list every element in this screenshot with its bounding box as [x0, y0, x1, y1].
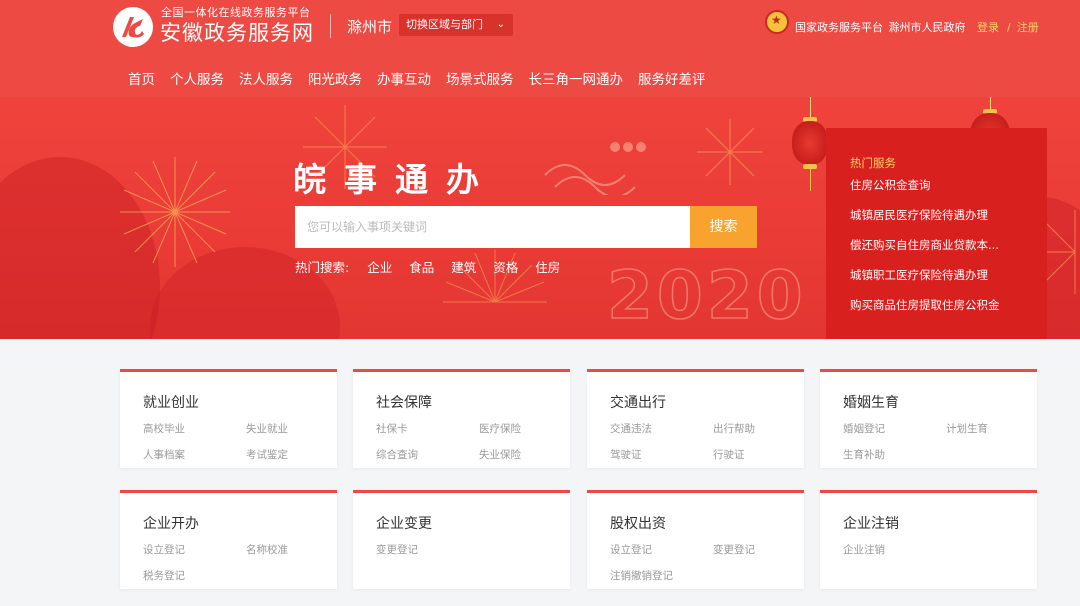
national-platform-link[interactable]: 国家政务服务平台 [795, 21, 883, 34]
category-card-employment: 就业创业 高校毕业 失业就业 人事档案 考试鉴定 [120, 369, 337, 468]
hot-search-item[interactable]: 住房 [535, 257, 560, 276]
category-link[interactable]: 企业注销 [843, 542, 885, 557]
lantern-icon [790, 97, 830, 197]
category-link[interactable]: 人事档案 [143, 447, 185, 462]
category-link[interactable]: 医疗保险 [479, 421, 521, 436]
nav-item-open-gov[interactable]: 阳光政务 [308, 68, 362, 88]
hot-service-item[interactable]: 住房公积金查询 [850, 177, 931, 193]
hot-search-label: 热门搜索: [295, 260, 350, 275]
nav-item-yrd[interactable]: 长三角一网通办 [529, 68, 624, 88]
category-title[interactable]: 企业注销 [843, 513, 899, 533]
category-link[interactable]: 社保卡 [376, 421, 408, 436]
category-card-business-change: 企业变更 变更登记 [353, 490, 570, 589]
banner-slogan: 皖事通办 [293, 160, 497, 199]
hot-search-item[interactable]: 食品 [409, 257, 434, 276]
register-link[interactable]: 注册 [1017, 21, 1039, 34]
category-card-social-security: 社会保障 社保卡 医疗保险 综合查询 失业保险 [353, 369, 570, 468]
category-card-deregistration: 企业注销 企业注销 [820, 490, 1037, 589]
switch-region-label: 切换区域与部门 [406, 18, 483, 31]
category-link[interactable]: 婚姻登记 [843, 421, 885, 436]
category-link[interactable]: 名称校准 [246, 542, 288, 557]
login-link[interactable]: 登录 [977, 21, 999, 34]
category-link[interactable]: 考试鉴定 [246, 447, 288, 462]
hot-service-item[interactable]: 购买商品住房提取住房公积金 [850, 297, 1000, 313]
search-input[interactable] [295, 206, 690, 248]
category-card-business-setup: 企业开办 设立登记 名称校准 税务登记 [120, 490, 337, 589]
city-gov-link[interactable]: 滁州市人民政府 [889, 21, 966, 34]
category-title[interactable]: 企业变更 [376, 513, 432, 533]
category-link[interactable]: 驾驶证 [610, 447, 642, 462]
category-title[interactable]: 社会保障 [376, 392, 432, 412]
category-card-equity: 股权出资 设立登记 变更登记 注销撤销登记 [587, 490, 804, 589]
category-link[interactable]: 综合查询 [376, 447, 418, 462]
category-link[interactable]: 注销撤销登记 [610, 568, 673, 583]
category-link[interactable]: 交通违法 [610, 421, 652, 436]
category-link[interactable]: 变更登记 [713, 542, 755, 557]
category-link[interactable]: 生育补助 [843, 447, 885, 462]
hot-services-panel: 热门服务 住房公积金查询 城镇居民医疗保险待遇办理 偿还购买自住房商业贷款本..… [826, 128, 1047, 339]
nav-item-corporate[interactable]: 法人服务 [239, 68, 293, 88]
top-links: 国家政务服务平台 滁州市人民政府 登录 / 注册 [795, 19, 1041, 35]
category-link[interactable]: 计划生育 [946, 421, 988, 436]
category-title[interactable]: 就业创业 [143, 392, 199, 412]
site-header: 全国一体化在线政务服务平台 安徽政务服务网 滁州市 切换区域与部门 ⌄ 国家政务… [0, 0, 1080, 97]
category-link[interactable]: 设立登记 [143, 542, 185, 557]
category-title[interactable]: 交通出行 [610, 392, 666, 412]
category-link[interactable]: 行驶证 [713, 447, 745, 462]
category-link[interactable]: 税务登记 [143, 568, 185, 583]
hot-services-title: 热门服务 [850, 156, 896, 170]
cloud-decoration-icon [544, 142, 646, 195]
nav-item-home[interactable]: 首页 [128, 68, 155, 88]
category-link[interactable]: 设立登记 [610, 542, 652, 557]
chevron-down-icon: ⌄ [496, 19, 505, 30]
category-title[interactable]: 婚姻生育 [843, 392, 899, 412]
header-divider [330, 14, 331, 38]
nav-item-scenario[interactable]: 场景式服务 [446, 68, 514, 88]
hot-search-item[interactable]: 企业 [367, 257, 392, 276]
nav-item-personal[interactable]: 个人服务 [170, 68, 224, 88]
site-title[interactable]: 安徽政务服务网 [160, 17, 314, 47]
category-title[interactable]: 企业开办 [143, 513, 199, 533]
category-title[interactable]: 股权出资 [610, 513, 666, 533]
login-separator: / [1007, 21, 1011, 34]
hot-service-item[interactable]: 城镇职工医疗保险待遇办理 [850, 267, 988, 283]
firework-icon [697, 119, 763, 185]
category-link[interactable]: 出行帮助 [713, 421, 755, 436]
site-logo-icon[interactable] [113, 7, 153, 47]
firework-icon [120, 157, 230, 267]
hot-search: 热门搜索: 企业 食品 建筑 资格 住房 [295, 257, 577, 276]
search-button[interactable]: 搜索 [690, 206, 757, 248]
category-card-transport: 交通出行 交通违法 出行帮助 驾驶证 行驶证 [587, 369, 804, 468]
hot-service-item[interactable]: 偿还购买自住房商业贷款本... [850, 237, 999, 253]
hot-search-item[interactable]: 资格 [493, 257, 518, 276]
year-decoration: 2020 [606, 256, 807, 335]
category-link[interactable]: 变更登记 [376, 542, 418, 557]
nav-item-rating[interactable]: 服务好差评 [638, 68, 706, 88]
national-emblem-icon [765, 10, 789, 34]
category-card-marriage: 婚姻生育 婚姻登记 计划生育 生育补助 [820, 369, 1037, 468]
category-link[interactable]: 失业就业 [246, 421, 288, 436]
main-nav: 首页 个人服务 法人服务 阳光政务 办事互动 场景式服务 长三角一网通办 服务好… [128, 68, 721, 88]
category-link[interactable]: 失业保险 [479, 447, 521, 462]
switch-region-button[interactable]: 切换区域与部门 ⌄ [399, 14, 513, 36]
category-link[interactable]: 高校毕业 [143, 421, 185, 436]
hot-service-item[interactable]: 城镇居民医疗保险待遇办理 [850, 207, 988, 223]
nav-item-interaction[interactable]: 办事互动 [377, 68, 431, 88]
current-city: 滁州市 [347, 18, 393, 36]
hot-search-item[interactable]: 建筑 [451, 257, 476, 276]
